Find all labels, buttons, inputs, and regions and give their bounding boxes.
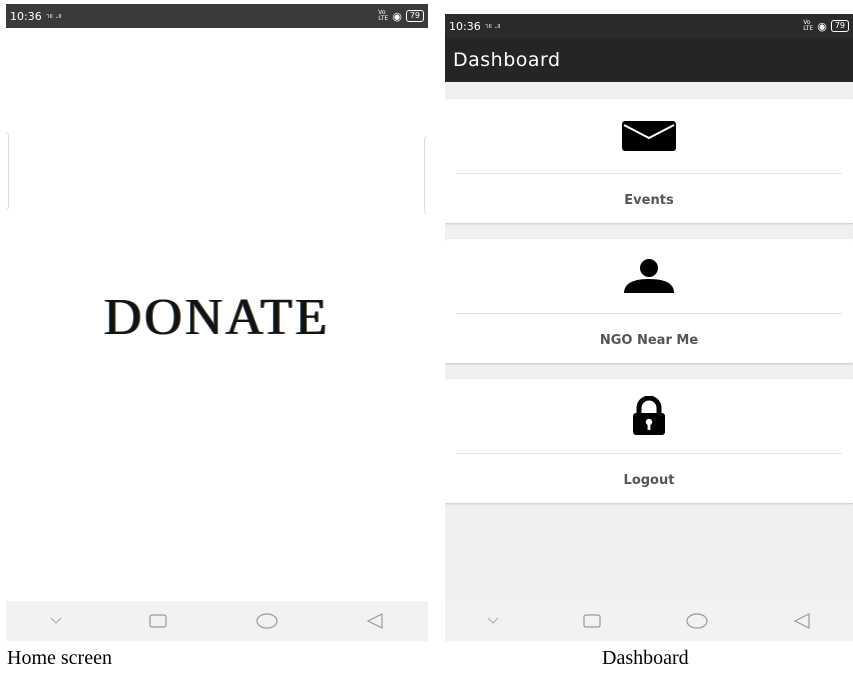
status-time: 10:36 bbox=[10, 9, 42, 23]
nav-back-icon[interactable] bbox=[366, 613, 384, 629]
logout-label: Logout bbox=[623, 473, 675, 488]
page-title: Dashboard bbox=[453, 49, 561, 71]
status-bar: 10:36 ᐧᵢₗₗ .ₗₗ Vo LTE ◉ 79 bbox=[6, 4, 428, 28]
person-icon bbox=[624, 259, 674, 293]
events-card[interactable]: Events bbox=[445, 99, 853, 223]
nav-down-icon[interactable] bbox=[50, 617, 62, 625]
app-bar: Dashboard bbox=[445, 38, 853, 82]
battery-icon: 79 bbox=[830, 20, 849, 32]
nav-recents-icon[interactable] bbox=[149, 614, 167, 628]
status-bar: 10:36 ᐧᵢₗₗ .ₗₗ Vo LTE ◉ 79 bbox=[445, 14, 853, 38]
card-divider bbox=[456, 313, 842, 314]
ngo-near-me-card[interactable]: NGO Near Me bbox=[445, 239, 853, 363]
dashboard-caption: Dashboard bbox=[602, 647, 689, 669]
home-screen: 10:36 ᐧᵢₗₗ .ₗₗ Vo LTE ◉ 79 DONATE bbox=[6, 4, 428, 641]
status-time: 10:36 bbox=[449, 19, 481, 33]
ngo-near-me-label: NGO Near Me bbox=[599, 333, 699, 348]
dashboard-screen: 10:36 ᐧᵢₗₗ .ₗₗ Vo LTE ◉ 79 Dashboard Even… bbox=[445, 14, 853, 641]
card-divider bbox=[456, 173, 842, 174]
battery-level: 79 bbox=[409, 11, 420, 20]
nav-down-icon[interactable] bbox=[487, 617, 499, 625]
battery-level: 79 bbox=[834, 21, 845, 30]
signal-icon: ᐧᵢₗₗ .ₗₗ bbox=[45, 11, 62, 21]
ghost-card-edge bbox=[424, 136, 427, 214]
logout-card[interactable]: Logout bbox=[445, 379, 853, 503]
nav-back-icon[interactable] bbox=[793, 613, 811, 629]
nav-recents-icon[interactable] bbox=[583, 614, 601, 628]
donate-logo: DONATE bbox=[104, 289, 330, 346]
nav-home-icon[interactable] bbox=[255, 613, 279, 629]
nav-bar bbox=[445, 601, 853, 641]
signal-icon: ᐧᵢₗₗ .ₗₗ bbox=[484, 21, 501, 31]
alarm-icon: ◉ bbox=[392, 9, 402, 23]
nav-home-icon[interactable] bbox=[685, 613, 709, 629]
envelope-icon bbox=[622, 121, 676, 151]
nav-bar bbox=[6, 601, 428, 641]
volte-icon: Vo LTE bbox=[803, 19, 814, 32]
ghost-card-edge bbox=[6, 132, 9, 210]
lock-icon bbox=[633, 396, 665, 435]
events-label: Events bbox=[624, 193, 674, 208]
volte-icon: Vo LTE bbox=[378, 9, 389, 22]
alarm-icon: ◉ bbox=[817, 19, 827, 33]
card-divider bbox=[456, 453, 842, 454]
battery-icon: 79 bbox=[405, 10, 424, 22]
home-caption: Home screen bbox=[7, 647, 112, 669]
